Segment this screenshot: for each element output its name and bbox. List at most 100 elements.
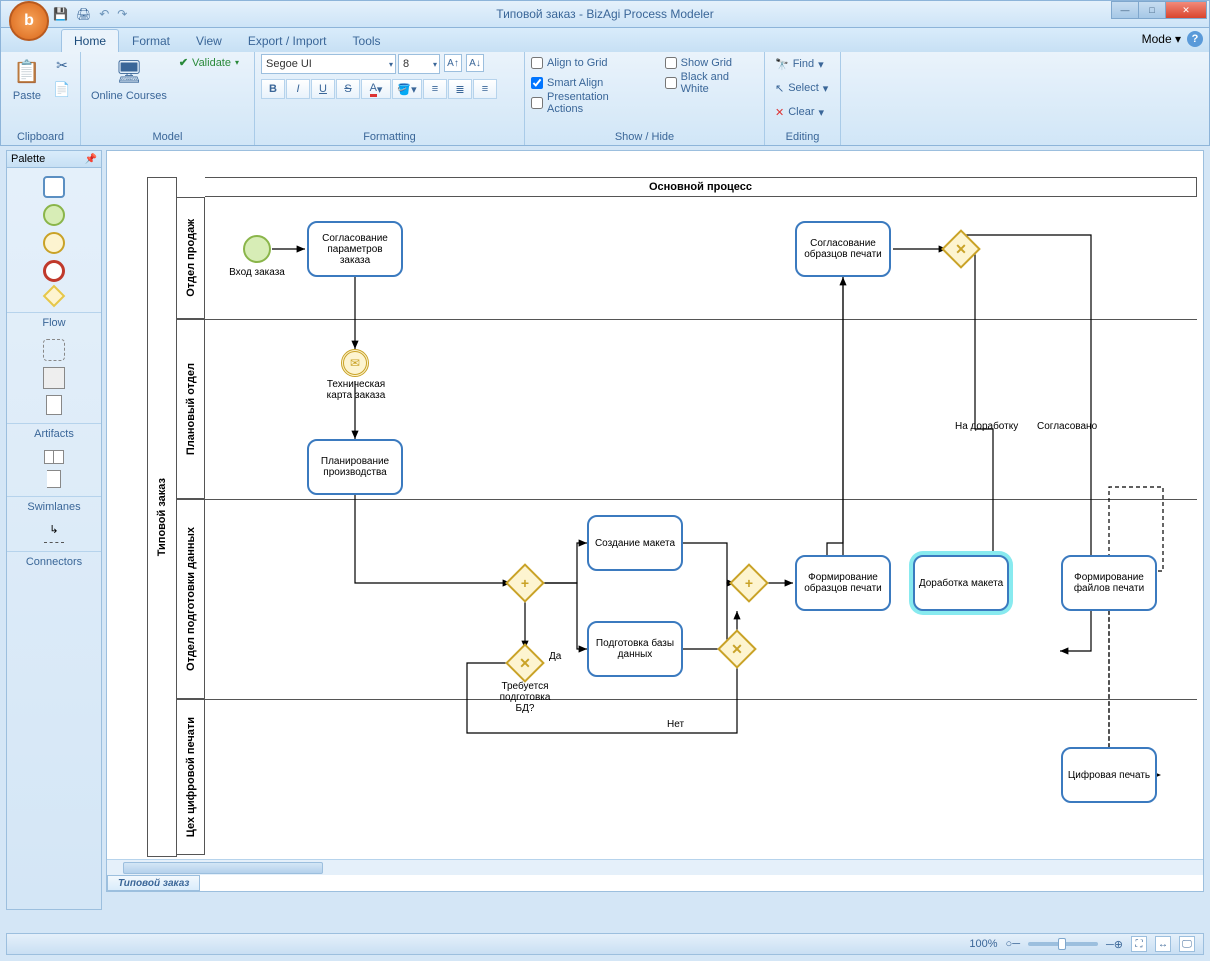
palette-intermediate-event[interactable] bbox=[43, 232, 65, 254]
gateway-parallel-join[interactable]: + bbox=[729, 563, 769, 603]
align-left-button[interactable]: ≡ bbox=[423, 79, 447, 99]
minimize-button[interactable]: — bbox=[1111, 1, 1139, 19]
start-event[interactable] bbox=[243, 235, 271, 263]
cursor-icon: ↖ bbox=[775, 82, 784, 95]
clear-button[interactable]: ✕Clear ▾ bbox=[771, 102, 828, 122]
palette-section-artifacts[interactable]: Artifacts bbox=[7, 423, 101, 442]
palette-section-connectors[interactable]: Connectors bbox=[7, 551, 101, 570]
task-print[interactable]: Цифровая печать bbox=[1061, 747, 1157, 803]
task-files[interactable]: Формирование файлов печати bbox=[1061, 555, 1157, 611]
copy-icon[interactable]: 📄 bbox=[51, 78, 73, 100]
document-tab[interactable]: Типовой заказ bbox=[107, 875, 200, 891]
save-icon[interactable]: 💾 bbox=[53, 7, 68, 21]
bold-button[interactable]: B bbox=[261, 79, 285, 99]
zoom-label: 100% bbox=[969, 938, 997, 950]
check-icon: ✔ bbox=[179, 56, 188, 69]
pin-icon[interactable]: 📌 bbox=[85, 154, 97, 165]
app-menu-button[interactable]: b bbox=[9, 1, 49, 41]
font-size-combo[interactable]: 8▾ bbox=[398, 54, 440, 74]
fit-width-icon[interactable]: ↔ bbox=[1155, 936, 1171, 952]
tab-home[interactable]: Home bbox=[61, 29, 119, 52]
fill-color-button[interactable]: 🪣▾ bbox=[392, 79, 422, 99]
maximize-button[interactable]: □ bbox=[1138, 1, 1166, 19]
zoom-out-icon[interactable]: ○─ bbox=[1006, 938, 1020, 950]
fit-page-icon[interactable]: ⛶ bbox=[1131, 936, 1147, 952]
gateway-parallel-split[interactable]: + bbox=[505, 563, 545, 603]
presentation-actions-check[interactable]: Presentation Actions bbox=[531, 94, 645, 112]
task-layout[interactable]: Создание макета bbox=[587, 515, 683, 571]
group-label-formatting: Formatting bbox=[261, 129, 518, 143]
palette-sequence-flow[interactable]: ↳ bbox=[49, 523, 58, 536]
task-plan[interactable]: Планирование производства bbox=[307, 439, 403, 495]
font-color-button[interactable]: A▾ bbox=[361, 79, 391, 99]
start-label: Вход заказа bbox=[227, 267, 287, 278]
pool-header[interactable]: Типовой заказ bbox=[147, 177, 177, 857]
find-button[interactable]: 🔭Find ▾ bbox=[771, 54, 828, 74]
select-button[interactable]: ↖Select ▾ bbox=[771, 78, 832, 98]
palette-subprocess[interactable] bbox=[43, 339, 65, 361]
palette-task-shape[interactable] bbox=[43, 176, 65, 198]
zoom-in-icon[interactable]: ─⊕ bbox=[1106, 938, 1123, 951]
undo-icon[interactable]: ↶ bbox=[99, 7, 109, 21]
lane-digital-print[interactable]: Цех цифровой печати bbox=[177, 699, 205, 855]
horizontal-scrollbar[interactable] bbox=[107, 859, 1203, 875]
grow-font-icon[interactable]: A↑ bbox=[444, 54, 462, 72]
show-grid-check[interactable]: Show Grid bbox=[665, 54, 758, 72]
tab-export-import[interactable]: Export / Import bbox=[235, 29, 340, 52]
palette-gateway[interactable] bbox=[43, 285, 66, 308]
palette-section-flow[interactable]: Flow bbox=[7, 312, 101, 331]
task-rework[interactable]: Доработка макета bbox=[913, 555, 1009, 611]
gateway-db-decision[interactable]: ✕ bbox=[505, 643, 545, 683]
gw-db-label: Требуется подготовка БД? bbox=[489, 681, 561, 714]
task-approve-samples[interactable]: Согласование образцов печати bbox=[795, 221, 891, 277]
tab-tools[interactable]: Tools bbox=[340, 29, 394, 52]
task-db[interactable]: Подготовка базы данных bbox=[587, 621, 683, 677]
zoom-slider[interactable] bbox=[1028, 942, 1098, 946]
clipboard-icon: 📋 bbox=[11, 56, 43, 88]
label-rework: На доработку bbox=[955, 421, 1018, 432]
palette-dataobject[interactable] bbox=[46, 395, 62, 415]
gateway-approve[interactable]: ✕ bbox=[941, 229, 981, 269]
help-icon[interactable]: ? bbox=[1187, 31, 1203, 47]
tab-view[interactable]: View bbox=[183, 29, 235, 52]
italic-button[interactable]: I bbox=[286, 79, 310, 99]
label-no: Нет bbox=[667, 719, 684, 730]
palette-callactivity[interactable] bbox=[43, 367, 65, 389]
underline-button[interactable]: U bbox=[311, 79, 335, 99]
validate-button[interactable]: ✔ Validate ▾ bbox=[175, 54, 243, 71]
align-center-button[interactable]: ≣ bbox=[448, 79, 472, 99]
align-right-button[interactable]: ≡ bbox=[473, 79, 497, 99]
font-name-combo[interactable]: Segoe UI▾ bbox=[261, 54, 396, 74]
smart-align-check[interactable]: Smart Align bbox=[531, 74, 645, 92]
canvas[interactable]: Типовой заказ Основной процесс Отдел про… bbox=[106, 150, 1204, 892]
palette-title: Palette bbox=[11, 153, 45, 165]
strike-button[interactable]: S bbox=[336, 79, 360, 99]
task-samples[interactable]: Формирование образцов печати bbox=[795, 555, 891, 611]
black-white-check[interactable]: Black and White bbox=[665, 74, 758, 92]
online-courses-button[interactable]: 🖥 Online Courses bbox=[87, 54, 171, 104]
palette-end-event[interactable] bbox=[43, 260, 65, 282]
lane-planning[interactable]: Плановый отдел bbox=[177, 319, 205, 499]
palette-start-event[interactable] bbox=[43, 204, 65, 226]
monitor-icon: 🖥 bbox=[113, 56, 145, 88]
close-button[interactable]: ✕ bbox=[1165, 1, 1207, 19]
fullscreen-icon[interactable]: 🖵 bbox=[1179, 936, 1195, 952]
statusbar: 100% ○─ ─⊕ ⛶ ↔ 🖵 bbox=[6, 933, 1204, 955]
cut-icon[interactable]: ✂ bbox=[51, 54, 73, 76]
palette-section-swimlanes[interactable]: Swimlanes bbox=[7, 496, 101, 515]
lane-sales[interactable]: Отдел продаж bbox=[177, 197, 205, 319]
mode-dropdown[interactable]: Mode ▾ bbox=[1142, 32, 1181, 46]
lane-data-prep[interactable]: Отдел подготовки данных bbox=[177, 499, 205, 699]
shrink-font-icon[interactable]: A↓ bbox=[466, 54, 484, 72]
group-label-model: Model bbox=[87, 129, 248, 143]
message-event[interactable]: ✉ bbox=[341, 349, 369, 377]
msg-label: Техническая карта заказа bbox=[321, 379, 391, 401]
print-icon[interactable]: 🖨 bbox=[76, 7, 91, 21]
paste-button[interactable]: 📋 Paste bbox=[7, 54, 47, 104]
gateway-db-merge[interactable]: ✕ bbox=[717, 629, 757, 669]
tab-format[interactable]: Format bbox=[119, 29, 183, 52]
task-params[interactable]: Согласование параметров заказа bbox=[307, 221, 403, 277]
redo-icon[interactable]: ↷ bbox=[117, 7, 127, 21]
palette-message-flow[interactable] bbox=[44, 542, 64, 543]
align-to-grid-check[interactable]: Align to Grid bbox=[531, 54, 645, 72]
